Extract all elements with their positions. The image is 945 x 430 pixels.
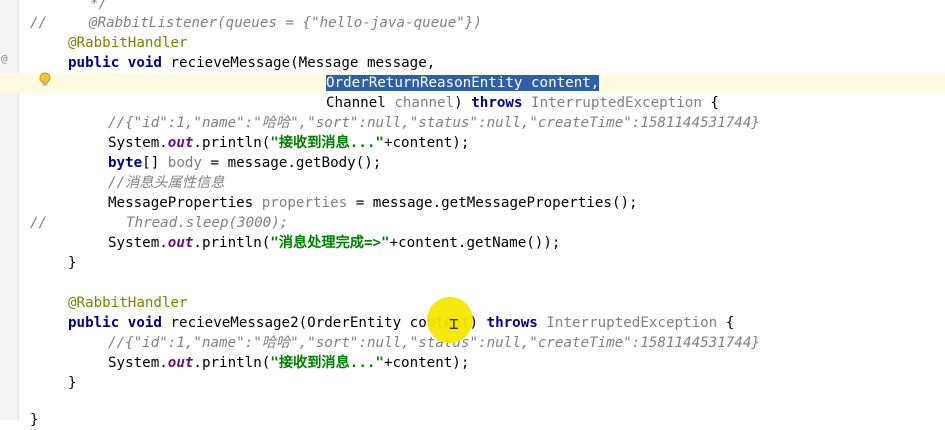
code-editor[interactable]: */ // @RabbitListener(queues = {"hello-j… xyxy=(0,0,945,428)
code-line-13[interactable]: System.out.println("消息处理完成=>"+content.ge… xyxy=(108,233,560,253)
println-received-2: System.out.println("接收到消息..."+content); xyxy=(108,355,470,371)
method-signature-1: public void recieveMessage(Message messa… xyxy=(68,55,436,71)
code-line-12b[interactable]: Thread.sleep(3000); xyxy=(126,213,288,233)
println-received: System.out.println("接收到消息..."+content); xyxy=(108,135,470,151)
code-line-5[interactable]: OrderReturnReasonEntity content, xyxy=(326,73,600,93)
comment-close: */ xyxy=(90,0,108,12)
code-line-12[interactable]: // xyxy=(30,213,47,233)
commented-annotation: @RabbitListener(queues = {"hello-java-qu… xyxy=(89,15,482,31)
code-line-17[interactable]: public void recieveMessage2(OrderEntity … xyxy=(68,313,734,333)
println-done: System.out.println("消息处理完成=>"+content.ge… xyxy=(108,235,561,251)
code-line-9[interactable]: byte[] body = message.getBody(); xyxy=(108,153,381,173)
code-line-7[interactable]: //{"id":1,"name":"哈哈","sort":null,"statu… xyxy=(108,113,760,133)
code-line-21[interactable]: } xyxy=(30,410,39,430)
code-line-11[interactable]: MessageProperties properties = message.g… xyxy=(108,193,638,213)
thread-sleep-comment: Thread.sleep(3000); xyxy=(126,215,289,231)
closing-brace-3: } xyxy=(30,412,39,428)
line-comment-marker: // xyxy=(30,15,48,31)
code-line-2[interactable]: // xyxy=(30,13,47,33)
closing-brace-1: } xyxy=(68,255,77,271)
code-line-6[interactable]: Channel channel) throws InterruptedExcep… xyxy=(326,93,719,113)
code-line-4[interactable]: public void recieveMessage(Message messa… xyxy=(68,53,435,73)
json-comment-1: //{"id":1,"name":"哈哈","sort":null,"statu… xyxy=(108,115,760,131)
get-body-line: byte[] body = message.getBody(); xyxy=(108,155,382,171)
code-line-8[interactable]: System.out.println("接收到消息..."+content); xyxy=(108,133,469,153)
method-signature-2: public void recieveMessage2(OrderEntity … xyxy=(68,315,735,331)
code-line-1[interactable]: */ xyxy=(90,0,107,14)
selected-text[interactable]: OrderReturnReasonEntity content, xyxy=(326,75,600,91)
line-comment-marker-2: // xyxy=(30,215,48,231)
code-line-19[interactable]: System.out.println("接收到消息..."+content); xyxy=(108,353,469,373)
annotation-rabbithandler-2: @RabbitHandler xyxy=(68,295,188,311)
lightbulb-icon[interactable] xyxy=(38,72,52,88)
header-comment: //消息头属性信息 xyxy=(108,175,225,191)
method-signature-cont: Channel channel) throws InterruptedExcep… xyxy=(326,95,719,111)
code-line-3[interactable]: @RabbitHandler xyxy=(68,33,188,53)
code-line-16[interactable]: @RabbitHandler xyxy=(68,293,188,313)
code-line-14[interactable]: } xyxy=(68,253,77,273)
code-line-20[interactable]: } xyxy=(68,373,77,393)
message-properties-line: MessageProperties properties = message.g… xyxy=(108,195,638,211)
annotation-rabbithandler: @RabbitHandler xyxy=(68,35,188,51)
code-line-10[interactable]: //消息头属性信息 xyxy=(108,173,224,193)
code-line-2b[interactable]: @RabbitListener(queues = {"hello-java-qu… xyxy=(89,13,482,33)
closing-brace-2: } xyxy=(68,375,77,391)
text-cursor-icon: ⌶ xyxy=(449,315,459,333)
